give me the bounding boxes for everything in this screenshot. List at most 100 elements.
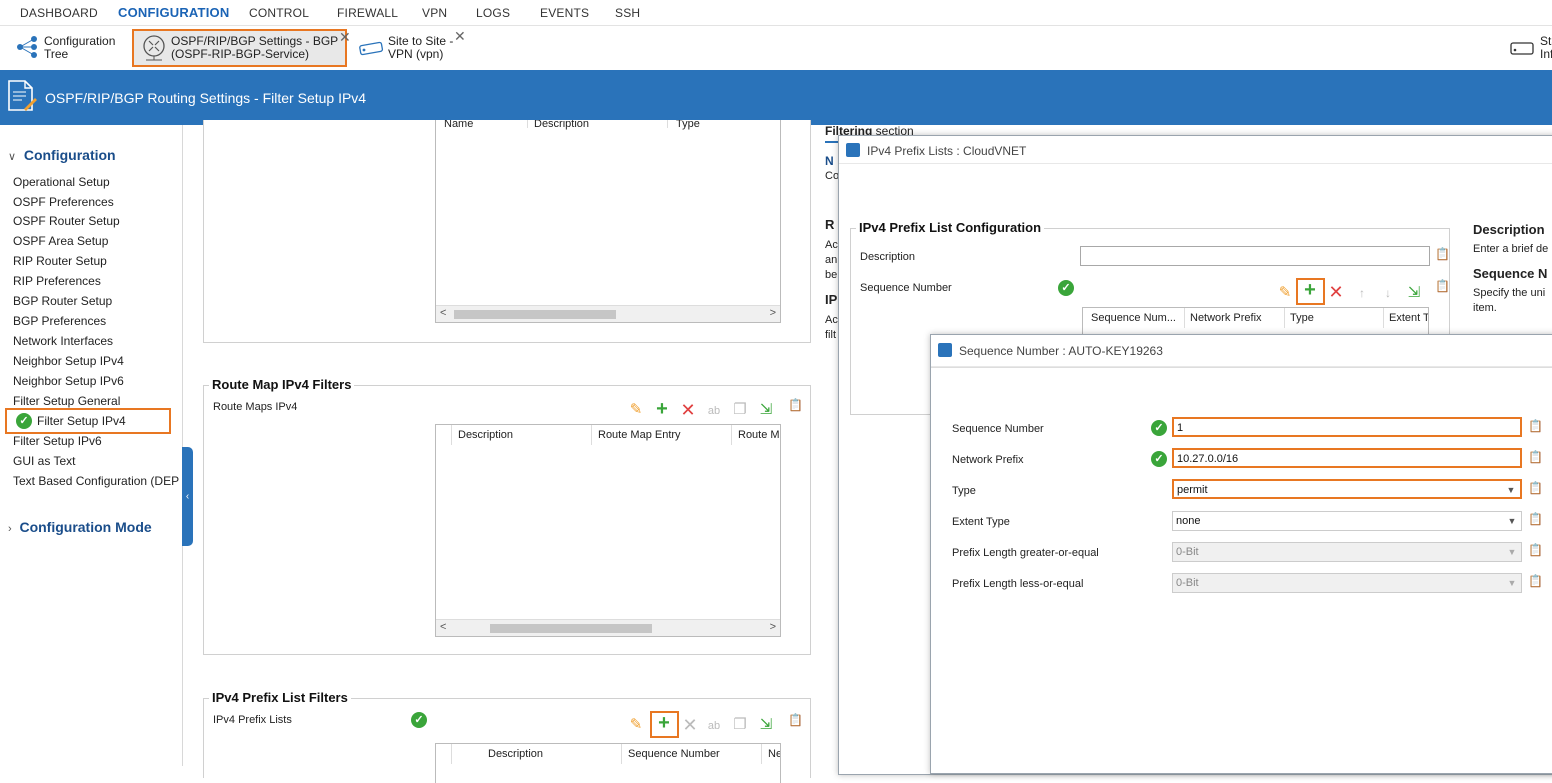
- sequence-number-input[interactable]: 1: [1172, 417, 1522, 437]
- sequence-table[interactable]: Sequence Num... Network Prefix Type Exte…: [1082, 307, 1429, 337]
- column-header[interactable]: Extent T: [1389, 312, 1428, 324]
- description-input[interactable]: [1080, 246, 1430, 266]
- nav-events[interactable]: EVENTS: [540, 6, 589, 20]
- import-icon[interactable]: ⇲: [756, 716, 776, 736]
- column-header[interactable]: Type: [1290, 312, 1314, 324]
- column-header[interactable]: Description: [488, 748, 543, 760]
- column-header[interactable]: Description: [458, 429, 513, 441]
- chevron-down-icon[interactable]: ▼: [1504, 483, 1518, 497]
- clipboard-icon[interactable]: 📋: [1528, 512, 1543, 526]
- sidebar-item-operational-setup[interactable]: Operational Setup: [13, 175, 110, 189]
- delete-icon[interactable]: ✕: [1326, 283, 1346, 303]
- type-select[interactable]: permit ▼: [1172, 479, 1522, 499]
- column-header[interactable]: Network Prefix: [1190, 312, 1262, 324]
- dialog-titlebar[interactable]: Sequence Number : AUTO-KEY19263: [931, 335, 1552, 367]
- column-header[interactable]: Route M: [738, 429, 780, 441]
- close-icon[interactable]: ✕: [339, 30, 351, 44]
- sidebar-item-bgp-preferences[interactable]: BGP Preferences: [13, 314, 106, 328]
- sidebar-item-ospf-preferences[interactable]: OSPF Preferences: [13, 195, 114, 209]
- horizontal-scrollbar[interactable]: < >: [436, 305, 780, 322]
- import-icon[interactable]: ⇲: [1404, 284, 1424, 304]
- sidebar-item-ospf-router-setup[interactable]: OSPF Router Setup: [13, 214, 120, 228]
- close-icon[interactable]: ✕: [454, 29, 466, 43]
- clipboard-icon[interactable]: 📋: [1528, 450, 1543, 464]
- clipboard-icon[interactable]: 📋: [1528, 574, 1543, 588]
- sidebar-item-rip-router-setup[interactable]: RIP Router Setup: [13, 254, 107, 268]
- clipboard-icon[interactable]: 📋: [1528, 419, 1543, 433]
- network-prefix-input[interactable]: 10.27.0.0/16: [1172, 448, 1522, 468]
- nav-vpn[interactable]: VPN: [422, 6, 447, 20]
- sidebar-item-neighbor-setup-ipv4[interactable]: Neighbor Setup IPv4: [13, 354, 124, 368]
- sidebar-section-configuration-mode[interactable]: › Configuration Mode: [8, 519, 152, 535]
- copy-icon[interactable]: ❐: [730, 401, 750, 421]
- help-sequence-text: Specify the uni: [1473, 287, 1546, 299]
- tab-label: (OSPF-RIP-BGP-Service): [171, 47, 310, 61]
- sidebar-item-rip-preferences[interactable]: RIP Preferences: [13, 274, 101, 288]
- edit-icon[interactable]: ✎: [626, 401, 646, 421]
- rename-icon[interactable]: ab: [704, 402, 724, 422]
- sidebar-item-text-based-configuration[interactable]: Text Based Configuration (DEP: [13, 474, 181, 488]
- extent-type-label: Extent Type: [952, 516, 1010, 528]
- checkmark-icon: ✓: [1058, 280, 1074, 296]
- clipboard-icon[interactable]: 📋: [788, 398, 803, 412]
- prefix-length-ge-label: Prefix Length greater-or-equal: [952, 547, 1099, 559]
- column-header[interactable]: Sequence Num...: [1091, 312, 1176, 324]
- tab-status-info[interactable]: Sta Inf: [1508, 30, 1552, 66]
- extent-type-select[interactable]: none ▼: [1172, 511, 1522, 531]
- tab-configuration-tree[interactable]: Configuration Tree: [10, 30, 125, 66]
- sidebar-item-bgp-router-setup[interactable]: BGP Router Setup: [13, 294, 112, 308]
- nav-dashboard[interactable]: DASHBOARD: [20, 6, 98, 20]
- prefix-lists-table[interactable]: Description Sequence Number Ne: [435, 743, 781, 783]
- sequence-number-dialog: Sequence Number : AUTO-KEY19263 Sequence…: [930, 334, 1552, 774]
- sidebar-item-neighbor-setup-ipv6[interactable]: Neighbor Setup IPv6: [13, 374, 124, 388]
- move-down-icon[interactable]: ↓: [1378, 284, 1398, 304]
- clipboard-icon[interactable]: 📋: [788, 713, 803, 727]
- sidebar-item-gui-as-text[interactable]: GUI as Text: [13, 454, 75, 468]
- sidebar-item-filter-setup-ipv4[interactable]: ✓ Filter Setup IPv4: [5, 408, 171, 434]
- add-icon[interactable]: +: [1300, 280, 1320, 301]
- clipboard-icon[interactable]: 📋: [1528, 543, 1543, 557]
- top-filter-table[interactable]: Name Description Type < >: [435, 120, 781, 323]
- nav-control[interactable]: CONTROL: [249, 6, 309, 20]
- chevron-down-icon[interactable]: ▼: [1505, 514, 1519, 528]
- column-header[interactable]: Name: [444, 120, 473, 130]
- add-icon[interactable]: +: [654, 713, 674, 734]
- tab-label: VPN (vpn): [388, 47, 444, 61]
- delete-icon[interactable]: ✕: [678, 401, 698, 421]
- edit-icon[interactable]: ✎: [626, 716, 646, 736]
- nav-logs[interactable]: LOGS: [476, 6, 510, 20]
- tab-bgp-settings[interactable]: OSPF/RIP/BGP Settings - BGP (OSPF-RIP-BG…: [132, 29, 351, 67]
- clipboard-icon[interactable]: 📋: [1435, 247, 1450, 261]
- clipboard-icon[interactable]: 📋: [1435, 279, 1450, 293]
- sidebar-item-filter-setup-ipv6[interactable]: Filter Setup IPv6: [13, 434, 102, 448]
- nav-configuration[interactable]: CONFIGURATION: [118, 5, 229, 20]
- collapse-sidebar-button[interactable]: ‹: [182, 447, 193, 546]
- section-title: IPv4 Prefix List Configuration: [856, 220, 1045, 235]
- clipboard-icon[interactable]: 📋: [1528, 481, 1543, 495]
- copy-icon[interactable]: ❐: [730, 716, 750, 736]
- delete-icon[interactable]: ✕: [680, 716, 700, 736]
- tab-site-to-site-vpn[interactable]: Site to Site - VPN (vpn) ✕: [356, 29, 471, 66]
- nav-ssh[interactable]: SSH: [615, 6, 640, 20]
- sidebar-section-configuration[interactable]: ∨ Configuration: [8, 147, 116, 163]
- add-icon[interactable]: +: [652, 399, 672, 420]
- route-maps-table[interactable]: Description Route Map Entry Route M < >: [435, 424, 781, 637]
- edit-icon[interactable]: ✎: [1275, 284, 1295, 304]
- import-icon[interactable]: ⇲: [756, 401, 776, 421]
- nav-firewall[interactable]: FIREWALL: [337, 6, 398, 20]
- sidebar-item-filter-setup-general[interactable]: Filter Setup General: [13, 394, 120, 408]
- sidebar-item-ospf-area-setup[interactable]: OSPF Area Setup: [13, 234, 108, 248]
- column-header[interactable]: Route Map Entry: [598, 429, 681, 441]
- column-header[interactable]: Ne: [768, 748, 780, 760]
- horizontal-scrollbar[interactable]: < >: [436, 619, 780, 636]
- dialog-titlebar[interactable]: IPv4 Prefix Lists : CloudVNET: [839, 136, 1552, 164]
- help-description-text: Enter a brief de: [1473, 243, 1549, 255]
- column-header[interactable]: Sequence Number: [628, 748, 720, 760]
- top-filter-panel: Name Description Type < >: [203, 120, 811, 343]
- sidebar-item-network-interfaces[interactable]: Network Interfaces: [13, 334, 113, 348]
- rename-icon[interactable]: ab: [704, 717, 724, 737]
- move-up-icon[interactable]: ↑: [1352, 284, 1372, 304]
- column-header[interactable]: Description: [534, 120, 589, 130]
- column-header[interactable]: Type: [676, 120, 700, 130]
- type-value: permit: [1177, 484, 1208, 496]
